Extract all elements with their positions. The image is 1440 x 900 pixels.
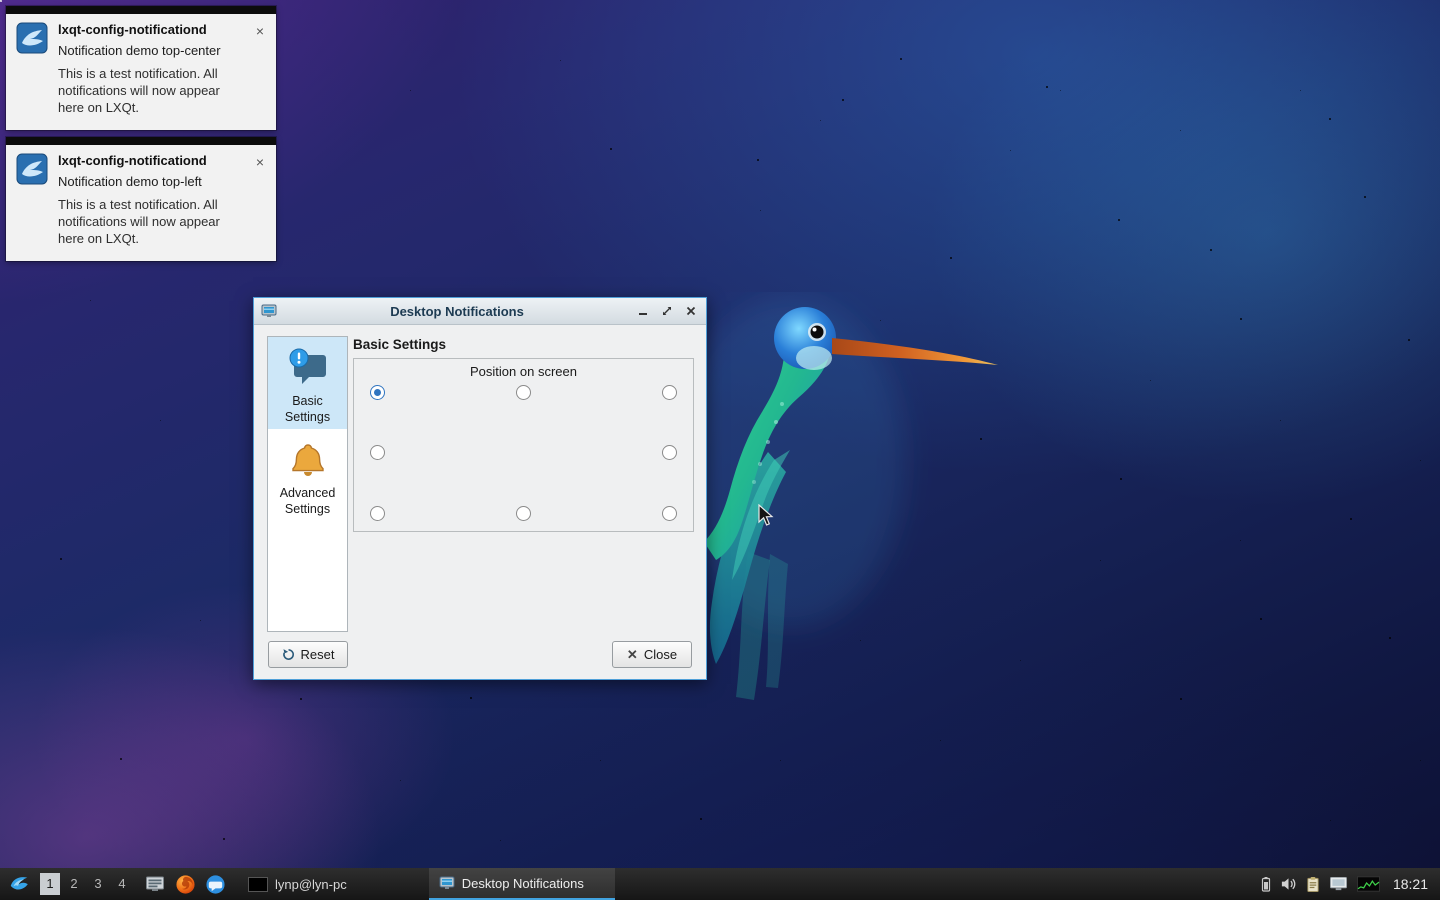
notification-app-name: lxqt-config-notificationd [58,153,234,168]
settings-category-list: Basic Settings Advanced Settings [267,336,348,632]
terminal-thumbnail-icon [248,877,268,892]
desktop-notifications-task-icon [439,875,455,891]
radio-position-bottom-center[interactable] [516,506,531,521]
window-titlebar[interactable]: Desktop Notifications [254,298,706,325]
radio-position-bottom-right[interactable] [662,506,677,521]
settings-panel: Basic Settings Position on screen [353,325,694,532]
notification-stack: lxqt-config-notificationd Notification d… [6,6,276,268]
hummingbird-illustration [690,292,1010,712]
desktop-notifications-window: Desktop Notifications [253,297,707,680]
reset-button[interactable]: Reset [268,641,348,668]
clipboard-icon[interactable] [1306,876,1320,893]
radio-position-top-left[interactable] [370,385,385,400]
restore-icon[interactable] [661,305,673,317]
notification-body: This is a test notification. All notific… [58,65,234,116]
firefox-icon[interactable] [173,872,197,896]
section-heading: Basic Settings [353,337,694,352]
advanced-settings-icon [287,439,329,481]
basic-settings-icon [287,347,329,389]
terminal-task-label: lynp@lyn-pc [275,877,347,892]
taskbar-task-desktop-notifications[interactable]: Desktop Notifications [429,868,615,900]
notification-top-left: lxqt-config-notificationd Notification d… [6,137,276,261]
radio-position-top-right[interactable] [662,385,677,400]
notification-top-bar [6,137,276,145]
window-title: Desktop Notifications [277,304,637,319]
window-icon [261,303,277,319]
lxqt-app-icon [16,153,48,185]
clock[interactable]: 18:21 [1393,876,1428,892]
radio-position-middle-left[interactable] [370,445,385,460]
desktop: lxqt-config-notificationd Notification d… [0,0,1440,900]
close-icon[interactable] [685,305,697,317]
battery-icon[interactable] [1261,876,1271,892]
notification-summary: Notification demo top-left [58,173,234,190]
system-monitor-icon[interactable] [1357,876,1380,892]
notification-body: This is a test notification. All notific… [58,196,234,247]
active-task-label: Desktop Notifications [462,876,584,891]
workspace-4[interactable]: 4 [112,873,132,895]
sidebar-item-basic-settings[interactable]: Basic Settings [268,337,347,429]
close-x-icon: ✕ [627,648,638,661]
sidebar-item-advanced-settings[interactable]: Advanced Settings [268,429,347,521]
radio-position-top-center[interactable] [516,385,531,400]
mouse-cursor [758,504,774,528]
show-desktop-icon[interactable] [143,872,167,896]
reset-icon [282,648,295,661]
app-menu-button[interactable] [7,872,31,896]
notification-top-bar [6,6,276,14]
notification-app-name: lxqt-config-notificationd [58,22,234,37]
sidebar-item-label: Advanced Settings [268,485,347,517]
notification-top-center: lxqt-config-notificationd Notification d… [6,6,276,130]
notification-summary: Notification demo top-center [58,42,234,59]
workspace-2[interactable]: 2 [64,873,84,895]
position-radio-grid [370,385,677,521]
position-groupbox: Position on screen [353,358,694,532]
sidebar-item-label: Basic Settings [268,393,347,425]
workspace-1[interactable]: 1 [40,873,60,895]
lxqt-app-icon [16,22,48,54]
reset-button-label: Reset [301,647,335,662]
close-button-label: Close [644,647,677,662]
minimize-icon[interactable] [637,305,649,317]
radio-position-middle-right[interactable] [662,445,677,460]
groupbox-title: Position on screen [354,359,693,379]
display-icon[interactable] [1329,876,1348,892]
notification-close-icon[interactable]: × [252,153,268,247]
taskbar: 1234 [0,868,1440,900]
workspace-pager: 1234 [38,873,134,895]
taskbar-task-terminal[interactable]: lynp@lyn-pc [238,868,357,900]
volume-icon[interactable] [1280,876,1297,892]
window-content: Basic Settings Advanced Settings Basic S… [254,325,706,679]
radio-position-bottom-left[interactable] [370,506,385,521]
dialog-close-button[interactable]: ✕ Close [612,641,692,668]
system-tray: 18:21 [1261,876,1436,893]
workspace-3[interactable]: 3 [88,873,108,895]
notification-close-icon[interactable]: × [252,22,268,116]
chat-icon[interactable] [203,872,227,896]
